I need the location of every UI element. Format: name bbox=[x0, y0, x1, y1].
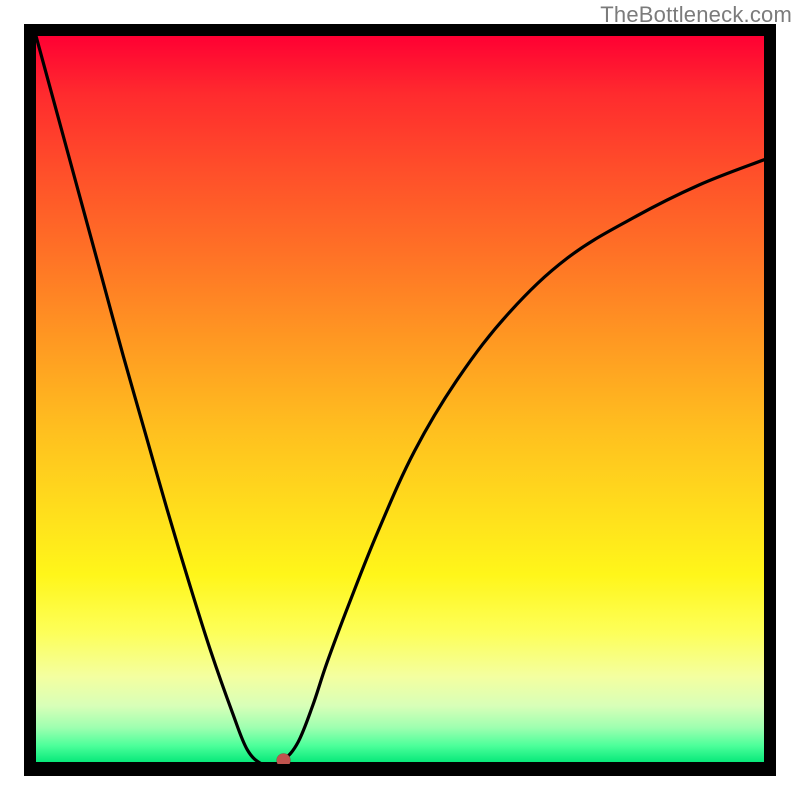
curve-line bbox=[36, 36, 764, 764]
bottleneck-curve bbox=[36, 36, 764, 764]
chart-container: TheBottleneck.com bbox=[0, 0, 800, 800]
watermark-text: TheBottleneck.com bbox=[600, 2, 792, 28]
plot-area bbox=[36, 36, 764, 764]
